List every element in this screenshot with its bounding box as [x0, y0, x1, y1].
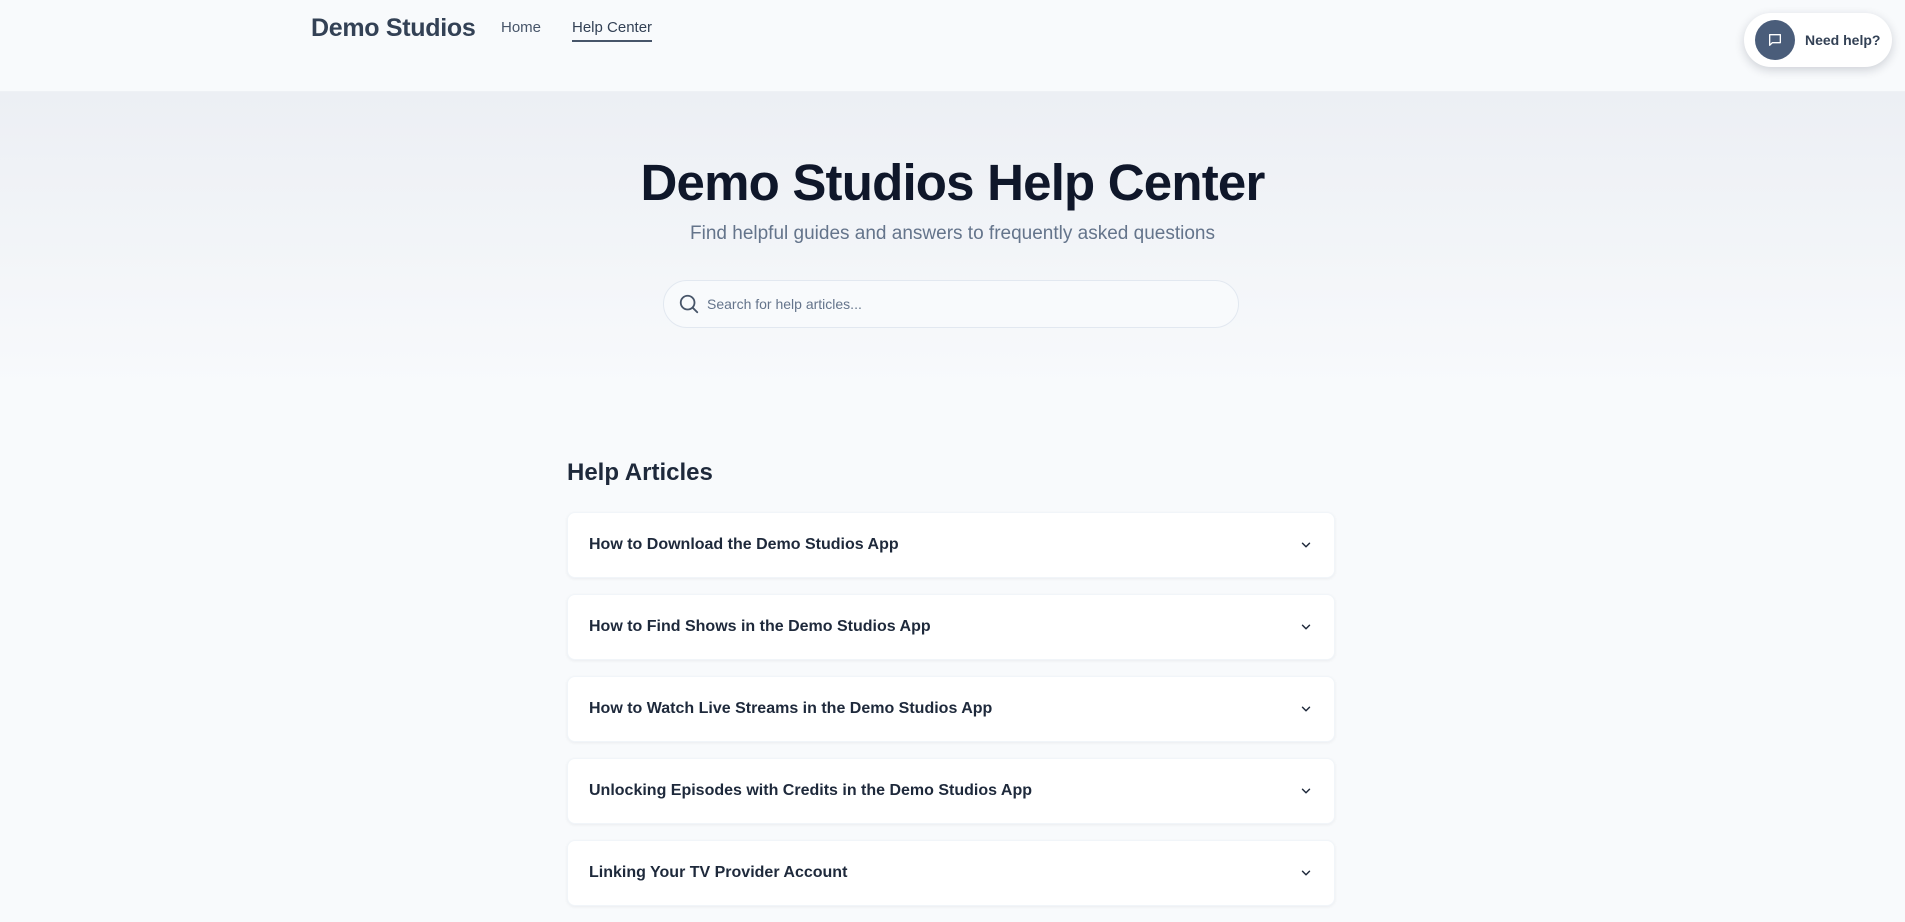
search-bar[interactable] [663, 280, 1239, 328]
brand-logo[interactable]: Demo Studios [311, 14, 476, 43]
search-input[interactable] [707, 296, 1207, 312]
chevron-down-icon[interactable] [1298, 783, 1314, 799]
article-title: Unlocking Episodes with Credits in the D… [589, 782, 1032, 799]
nav-link-home[interactable]: Home [501, 19, 541, 36]
chevron-down-icon[interactable] [1298, 701, 1314, 717]
article-title: Linking Your TV Provider Account [589, 864, 848, 881]
article-title: How to Watch Live Streams in the Demo St… [589, 700, 993, 717]
article-item[interactable]: How to Watch Live Streams in the Demo St… [567, 676, 1335, 742]
article-item[interactable]: How to Download the Demo Studios App [567, 512, 1335, 578]
need-help-button[interactable]: Need help? [1744, 13, 1892, 67]
message-square-icon [1755, 20, 1795, 60]
page-title: Demo Studios Help Center [640, 154, 1265, 211]
article-item[interactable]: Linking Your TV Provider Account [567, 840, 1335, 906]
articles-heading: Help Articles [567, 459, 713, 486]
nav-link-help-center[interactable]: Help Center [572, 19, 653, 42]
search-icon [677, 292, 701, 316]
chevron-down-icon[interactable] [1298, 865, 1314, 881]
page-subtitle: Find helpful guides and answers to frequ… [690, 223, 1215, 244]
need-help-label: Need help? [1805, 32, 1881, 48]
chevron-down-icon[interactable] [1298, 537, 1314, 553]
article-list: How to Download the Demo Studios App How… [567, 512, 1335, 922]
top-navigation: Demo Studios Home Help Center [0, 0, 1905, 92]
article-title: How to Download the Demo Studios App [589, 536, 899, 553]
article-item[interactable]: Unlocking Episodes with Credits in the D… [567, 758, 1335, 824]
article-item[interactable]: How to Find Shows in the Demo Studios Ap… [567, 594, 1335, 660]
chevron-down-icon[interactable] [1298, 619, 1314, 635]
article-title: How to Find Shows in the Demo Studios Ap… [589, 618, 931, 635]
